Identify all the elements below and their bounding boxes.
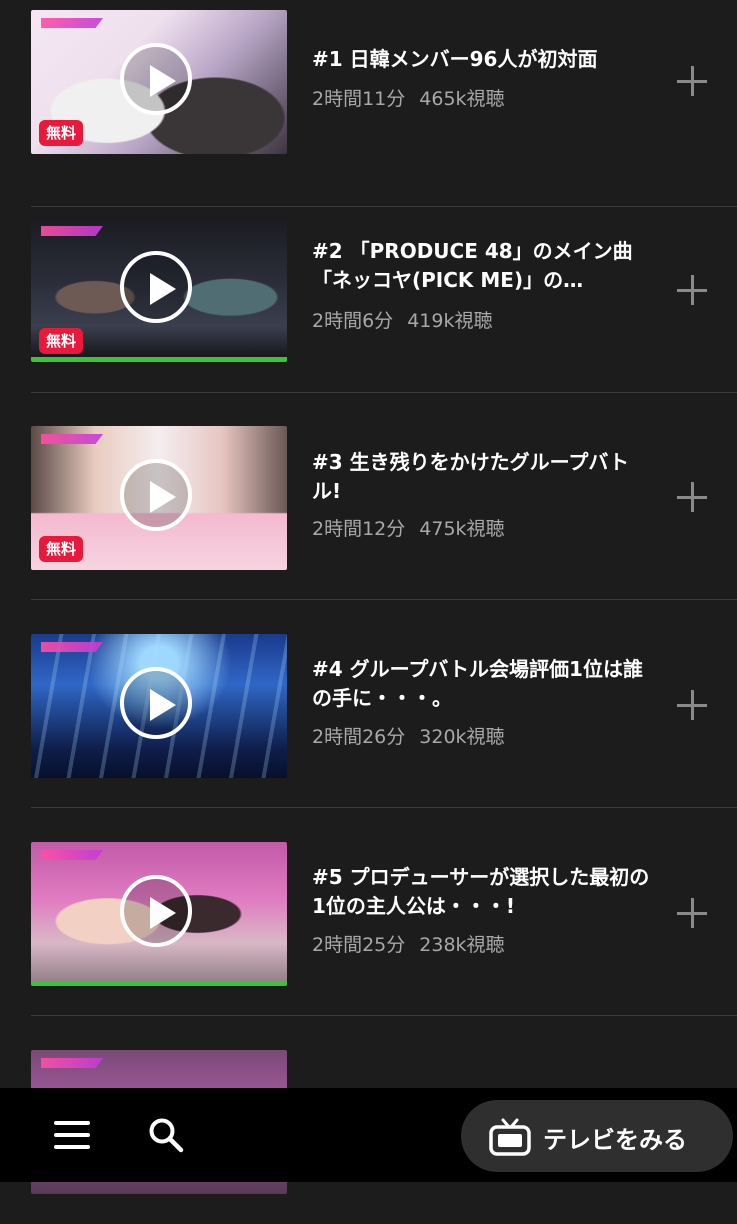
episode-views: 475k視聴: [419, 518, 505, 540]
list-item[interactable]: 無料 #1 日韓メンバー96人が初対面 2時間11分 465k視聴: [31, 0, 737, 207]
play-icon[interactable]: [120, 251, 192, 323]
search-icon[interactable]: [148, 1117, 184, 1153]
episode-meta: 2時間12分 475k視聴: [312, 514, 505, 541]
episode-thumbnail[interactable]: 無料: [31, 218, 287, 362]
free-badge: 無料: [39, 120, 84, 146]
list-item[interactable]: #5 プロデューサーが選択した最初の1位の主人公は・・・! 2時間25分 238k…: [31, 809, 737, 1016]
episode-duration: 2時間11分: [312, 88, 406, 110]
free-badge: 無料: [39, 328, 84, 354]
add-to-list-icon[interactable]: [677, 66, 709, 98]
episode-meta: 2時間25分 238k視聴: [312, 930, 505, 957]
watch-tv-label: テレビをみる: [543, 1126, 687, 1154]
free-badge: 無料: [39, 536, 84, 562]
episode-duration: 2時間25分: [312, 934, 406, 956]
episode-title[interactable]: #1 日韓メンバー96人が初対面: [312, 45, 657, 74]
episode-thumbnail[interactable]: 無料: [31, 426, 287, 570]
episode-views: 465k視聴: [419, 88, 505, 110]
watch-progress-bar: [31, 981, 287, 986]
episode-thumbnail[interactable]: 無料: [31, 10, 287, 154]
episode-title[interactable]: #3 生き残りをかけたグループバトル!: [312, 448, 657, 506]
watch-progress-bar: [31, 357, 287, 362]
play-icon[interactable]: [120, 667, 192, 739]
add-to-list-icon[interactable]: [677, 898, 709, 930]
episode-meta: 2時間6分 419k視聴: [312, 306, 492, 333]
episode-title[interactable]: #5 プロデューサーが選択した最初の1位の主人公は・・・!: [312, 863, 657, 921]
episode-duration: 2時間12分: [312, 518, 406, 540]
tv-icon: [489, 1118, 531, 1156]
episode-thumbnail[interactable]: [31, 634, 287, 778]
hamburger-menu-icon[interactable]: [54, 1121, 90, 1149]
episode-thumbnail[interactable]: [31, 842, 287, 986]
episode-duration: 2時間6分: [312, 310, 394, 332]
add-to-list-icon[interactable]: [677, 690, 709, 722]
watch-tv-button[interactable]: テレビをみる: [461, 1100, 733, 1172]
add-to-list-icon[interactable]: [677, 482, 709, 514]
play-icon[interactable]: [120, 459, 192, 531]
episode-meta: 2時間26分 320k視聴: [312, 722, 505, 749]
episode-title[interactable]: #4 グループバトル会場評価1位は誰の手に・・・。: [312, 655, 657, 713]
episode-title[interactable]: #2 「PRODUCE 48」のメイン曲「ネッコヤ(PICK ME)」の…: [312, 237, 657, 295]
add-to-list-icon[interactable]: [677, 275, 709, 307]
list-item[interactable]: 無料 #3 生き残りをかけたグループバトル! 2時間12分 475k視聴: [31, 393, 737, 600]
episode-meta: 2時間11分 465k視聴: [312, 84, 505, 111]
play-icon[interactable]: [120, 43, 192, 115]
episode-duration: 2時間26分: [312, 726, 406, 748]
list-item[interactable]: 無料 #2 「PRODUCE 48」のメイン曲「ネッコヤ(PICK ME)」の……: [31, 186, 737, 393]
episode-views: 320k視聴: [419, 726, 505, 748]
list-item[interactable]: #4 グループバトル会場評価1位は誰の手に・・・。 2時間26分 320k視聴: [31, 601, 737, 808]
episode-views: 238k視聴: [419, 934, 505, 956]
episode-views: 419k視聴: [407, 310, 493, 332]
play-icon[interactable]: [120, 875, 192, 947]
